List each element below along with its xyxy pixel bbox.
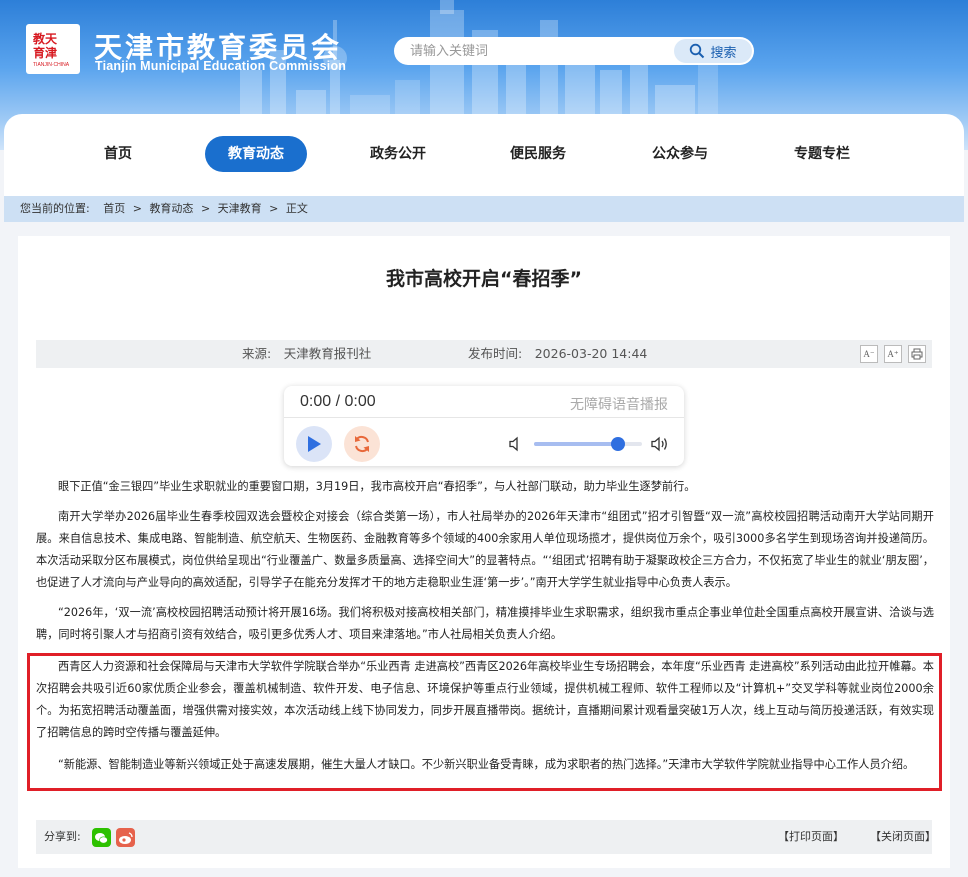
search-button-label: 搜索	[710, 45, 737, 61]
share-bar: 分享到: 【打印页面】 【关闭页面】	[36, 820, 936, 854]
article-title: 我市高校开启“春招季”	[386, 268, 582, 290]
print-page-link[interactable]: 【打印页面】	[778, 820, 844, 854]
refresh-icon	[355, 435, 369, 453]
nav-item-home[interactable]: 首页	[84, 136, 152, 172]
search-icon	[690, 43, 705, 59]
weibo-icon	[119, 832, 133, 844]
replay-button[interactable]	[344, 426, 380, 462]
article-paragraph: 眼下正值“金三银四”毕业生求职就业的重要窗口期，3月19日，我市高校开启“春招季…	[58, 480, 696, 493]
nav-item-public-participation[interactable]: 公众参与	[638, 136, 722, 172]
breadcrumb-education-news[interactable]: 教育动态	[149, 202, 193, 215]
close-page-link[interactable]: 【关闭页面】	[870, 820, 936, 854]
play-icon	[308, 436, 321, 452]
wechat-icon	[95, 833, 108, 844]
breadcrumb-separator: >	[132, 202, 142, 215]
breadcrumb-separator: >	[269, 202, 279, 215]
breadcrumb-separator: >	[200, 202, 211, 215]
breadcrumb-prefix: 您当前的位置:	[20, 202, 90, 215]
volume-slider-handle[interactable]	[611, 437, 626, 451]
article-tools: A⁻ A⁺	[860, 345, 926, 363]
player-time: 0:00 / 0:00	[300, 393, 376, 410]
main-nav: 首页 教育动态 政务公开 便民服务 公众参与 专题专栏	[4, 114, 964, 196]
article-source: 来源: 天津教育报刊社	[242, 346, 372, 361]
font-decrease-button[interactable]: A⁻	[860, 345, 878, 363]
article-publish-time: 发布时间: 2026-03-20 14:44	[468, 346, 648, 361]
breadcrumb-home[interactable]: 首页	[103, 202, 125, 215]
search-input[interactable]	[394, 37, 674, 65]
svg-text:育津: 育津	[33, 45, 57, 60]
volume-high-icon[interactable]	[650, 435, 670, 453]
print-button[interactable]	[908, 345, 926, 363]
article-paragraph: “新能源、智能制造业等新兴领域正处于高速发展期，催生大量人才缺口。不少新兴职业备…	[58, 758, 915, 771]
search-button[interactable]: 搜索	[674, 39, 752, 63]
nav-item-public-services[interactable]: 便民服务	[496, 136, 580, 172]
education-tianjin-logo: 教天 育津 TIANJIN·CHINA	[31, 30, 75, 68]
breadcrumb-current: 正文	[285, 202, 308, 215]
site-subtitle: Tianjin Municipal Education Commission	[95, 59, 347, 73]
svg-text:TIANJIN·CHINA: TIANJIN·CHINA	[33, 62, 70, 68]
player-divider	[284, 417, 684, 418]
nav-item-special-topics[interactable]: 专题专栏	[780, 136, 864, 172]
svg-text:教天: 教天	[32, 31, 58, 46]
article-paragraph: 南开大学举办2026届毕业生春季校园双选会暨校企对接会（综合类第一场），市人社局…	[36, 510, 934, 589]
wechat-share-button[interactable]	[92, 828, 111, 847]
article-meta-bar: 来源: 天津教育报刊社 发布时间: 2026-03-20 14:44 A⁻ A⁺	[36, 340, 932, 368]
audio-player: 0:00 / 0:00 无障碍语音播报	[284, 386, 684, 466]
player-accessibility-label: 无障碍语音播报	[570, 397, 668, 413]
volume-slider-fill	[534, 442, 619, 446]
article-paragraph: 西青区人力资源和社会保障局与天津市大学软件学院联合举办“乐业西青 走进高校”西青…	[36, 660, 934, 739]
play-button[interactable]	[296, 426, 332, 462]
article-paragraph: “2026年，‘双一流’高校校园招聘活动预计将开展16场。我们将积极对接高校相关…	[36, 606, 934, 641]
volume-slider[interactable]	[534, 437, 642, 451]
nav-item-government-affairs[interactable]: 政务公开	[356, 136, 440, 172]
volume-low-icon[interactable]	[508, 436, 524, 452]
font-increase-button[interactable]: A⁺	[884, 345, 902, 363]
article-container: 我市高校开启“春招季” 来源: 天津教育报刊社 发布时间: 2026-03-20…	[18, 236, 950, 868]
breadcrumb: 您当前的位置: 首页 > 教育动态 > 天津教育 > 正文	[4, 196, 964, 222]
nav-item-education-news[interactable]: 教育动态	[205, 136, 307, 172]
search-box: 搜索	[394, 37, 754, 65]
printer-icon	[911, 348, 923, 360]
weibo-share-button[interactable]	[116, 828, 135, 847]
site-logo[interactable]: 教天 育津 TIANJIN·CHINA	[26, 24, 80, 74]
share-label: 分享到:	[44, 830, 81, 843]
breadcrumb-tianjin-education[interactable]: 天津教育	[218, 202, 262, 215]
